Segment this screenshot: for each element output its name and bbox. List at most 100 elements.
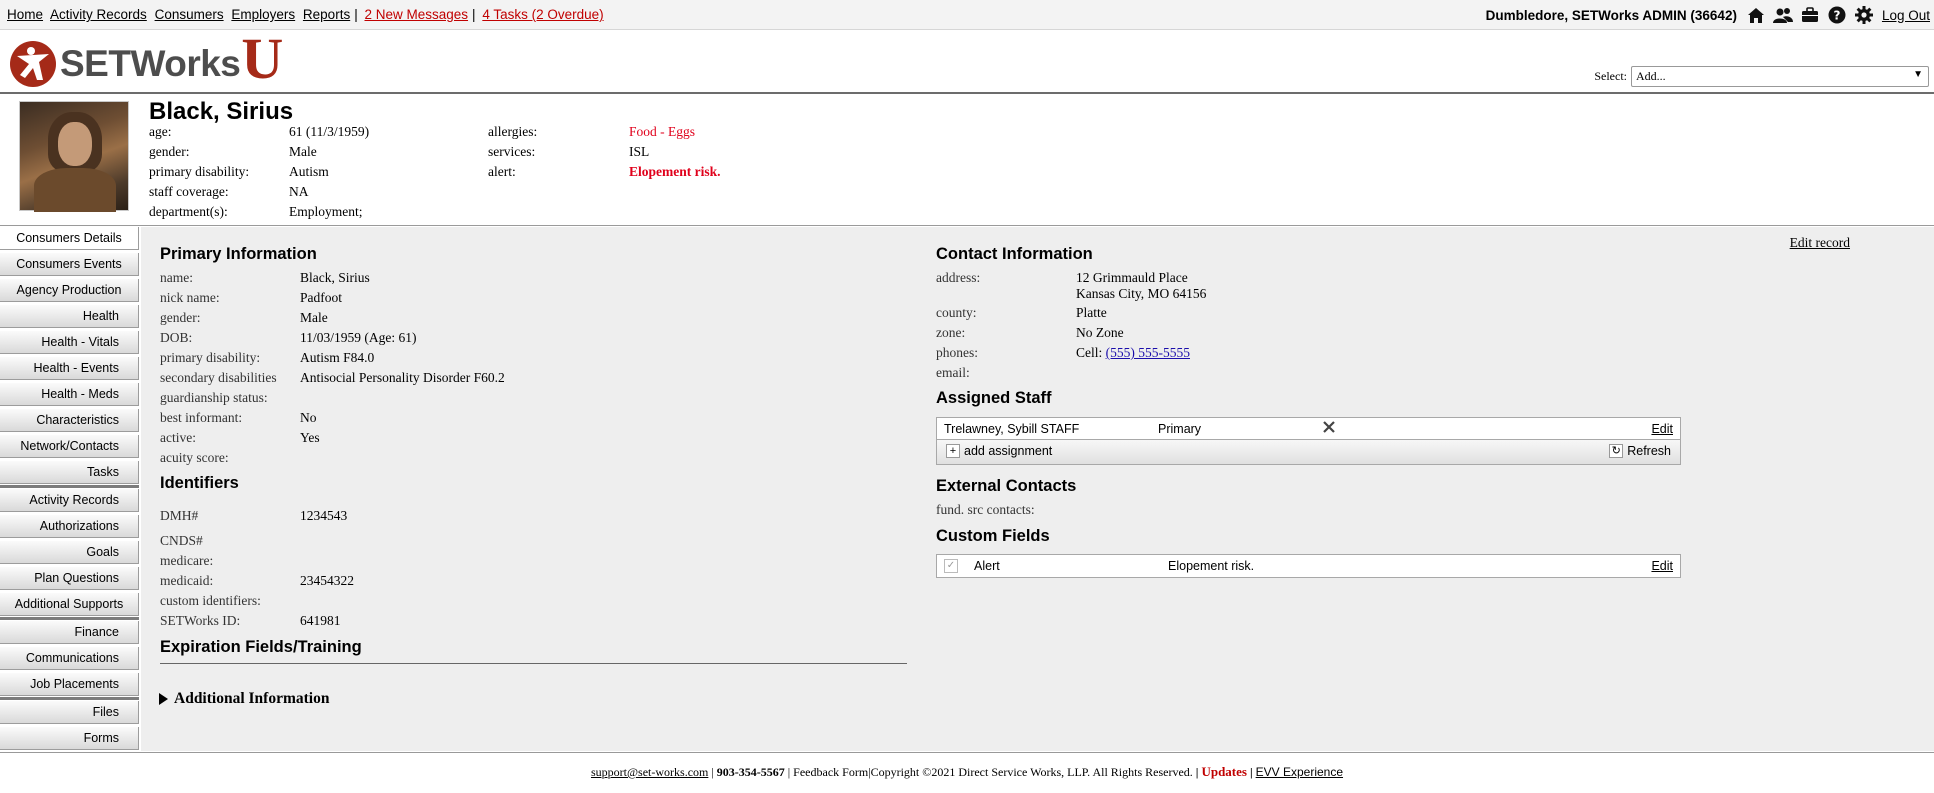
nav-home-link[interactable]: Home	[7, 7, 43, 22]
setworks-logo-icon	[10, 41, 56, 87]
top-navigation-bar: Home Activity Records Consumers Employer…	[0, 0, 1934, 30]
footer-content: support@set-works.com | 903-354-5567 | F…	[0, 764, 1934, 780]
refresh-label: Refresh	[1627, 444, 1671, 458]
sidebar-item-goals[interactable]: Goals	[0, 541, 139, 564]
add-select-dropdown[interactable]: Add... ▼	[1631, 66, 1929, 87]
assigned-staff-toolbar: + add assignment ↻ Refresh	[936, 440, 1681, 465]
field-value: Padfoot	[300, 290, 342, 305]
email-label: email:	[936, 365, 970, 380]
summary-value: 61 (11/3/1959)	[289, 124, 370, 139]
evv-experience-link[interactable]: EVV Experience	[1256, 765, 1343, 779]
summary-label: gender:	[149, 144, 190, 159]
sidebar-item-communications[interactable]: Communications	[0, 647, 139, 670]
field-label: county:	[936, 305, 977, 320]
edit-record-link[interactable]: Edit record	[1790, 235, 1850, 251]
sidebar-item-forms[interactable]: Forms	[0, 727, 139, 750]
phone-link[interactable]: (555) 555-5555	[1106, 345, 1190, 360]
field-value: 1234543	[300, 508, 348, 523]
photo-coat	[34, 168, 116, 212]
field-value: No	[300, 410, 317, 425]
sidebar-item-activity-records[interactable]: Activity Records	[0, 489, 139, 512]
sidebar-item-tasks[interactable]: Tasks	[0, 461, 139, 484]
briefcase-icon[interactable]	[1799, 5, 1821, 25]
sidebar-item-health-events[interactable]: Health - Events	[0, 357, 139, 380]
nav-messages-link[interactable]: 2 New Messages	[364, 7, 468, 22]
updates-link[interactable]: Updates	[1201, 764, 1247, 779]
custom-field-name: Alert	[974, 559, 1000, 573]
sidebar-item-plan-questions[interactable]: Plan Questions	[0, 567, 139, 590]
edit-custom-field-link[interactable]: Edit	[1651, 559, 1673, 573]
current-user-label: Dumbledore, SETWorks ADMIN (36642)	[1485, 7, 1737, 23]
field-label: custom identifiers:	[160, 593, 261, 608]
support-email-link[interactable]: support@set-works.com	[591, 765, 708, 779]
section-divider	[160, 663, 907, 664]
gear-icon[interactable]	[1853, 5, 1875, 25]
custom-field-checkbox[interactable]: ✓	[944, 558, 958, 573]
assigned-staff-row: Trelawney, Sybill STAFF Primary Edit	[936, 417, 1681, 440]
field-value: Yes	[300, 430, 320, 445]
field-label: active:	[160, 430, 196, 445]
sidebar-item-authorizations[interactable]: Authorizations	[0, 515, 139, 538]
address-line-2: Kansas City, MO 64156	[1076, 286, 1207, 301]
field-value: Black, Sirius	[300, 270, 370, 285]
home-icon[interactable]	[1745, 5, 1767, 25]
field-label: zone:	[936, 325, 966, 340]
users-icon[interactable]	[1772, 5, 1794, 25]
field-label: guardianship status:	[160, 390, 268, 405]
nav-activity-records-link[interactable]: Activity Records	[50, 7, 147, 22]
edit-assignment-link[interactable]: Edit	[1651, 422, 1673, 436]
add-assignment-button[interactable]: + add assignment	[946, 444, 1052, 458]
summary-label: age:	[149, 124, 172, 139]
help-icon[interactable]: ?	[1826, 5, 1848, 25]
contact-information-heading: Contact Information	[936, 245, 1093, 263]
field-value: Male	[300, 310, 328, 325]
staff-name: Trelawney, Sybill STAFF	[944, 422, 1080, 436]
remove-assignment-icon[interactable]	[1322, 420, 1336, 437]
logo-bar: SETWorks U Select: Add... ▼	[0, 26, 1934, 94]
sidebar-item-agency-production[interactable]: Agency Production	[0, 279, 139, 302]
sidebar-item-health[interactable]: Health	[0, 305, 139, 328]
sidebar-item-characteristics[interactable]: Characteristics	[0, 409, 139, 432]
field-label: DOB:	[160, 330, 193, 345]
select-label: Select:	[1594, 69, 1627, 83]
consumer-details-panel: Edit record Primary Information name: Bla…	[141, 227, 1934, 751]
sidebar-divider	[0, 617, 139, 620]
logo-u: U	[241, 26, 284, 91]
field-label: nick name:	[160, 290, 220, 305]
additional-information-toggle[interactable]: Additional Information	[158, 690, 329, 708]
sidebar-item-network-contacts[interactable]: Network/Contacts	[0, 435, 139, 458]
nav-reports-link[interactable]: Reports	[303, 7, 350, 22]
phones-label: phones:	[936, 345, 978, 360]
custom-field-value: Elopement risk.	[1168, 559, 1255, 573]
consumer-summary-right: allergies: Food - Eggs services: ISL alert…	[488, 122, 788, 182]
plus-icon: +	[946, 444, 960, 458]
nav-employers-link[interactable]: Employers	[231, 7, 295, 22]
refresh-button[interactable]: ↻ Refresh	[1609, 444, 1671, 458]
sidebar-item-files[interactable]: Files	[0, 701, 139, 724]
field-label: CNDS#	[160, 533, 203, 548]
add-assignment-label: add assignment	[964, 444, 1053, 458]
contact-information-fields: address: 12 Grimmauld Place Kansas City,…	[936, 268, 1636, 388]
feedback-form-link[interactable]: Feedback Form	[793, 765, 868, 779]
summary-label: department(s):	[149, 204, 228, 219]
services-value: ISL	[629, 144, 650, 159]
sidebar-item-health-vitals[interactable]: Health - Vitals	[0, 331, 139, 354]
field-value: Autism F84.0	[300, 350, 375, 365]
identifiers-fields: DMH# 1234543 CNDS# medicare: medicaid: 234…	[160, 506, 860, 636]
support-phone: 903-354-5567	[716, 765, 785, 779]
copyright-text: Copyright ©2021 Direct Service Works, LL…	[870, 765, 1193, 779]
summary-value: Employment;	[289, 204, 363, 219]
sidebar-item-additional-supports[interactable]: Additional Supports	[0, 593, 139, 616]
summary-value: NA	[289, 184, 309, 199]
logout-link[interactable]: Log Out	[1882, 8, 1930, 23]
nav-tasks-link[interactable]: 4 Tasks (2 Overdue)	[482, 7, 603, 22]
refresh-icon: ↻	[1609, 444, 1624, 458]
sidebar-item-health-meds[interactable]: Health - Meds	[0, 383, 139, 406]
setworks-logo[interactable]: SETWorks U	[9, 26, 284, 91]
sidebar-item-consumers-details[interactable]: Consumers Details	[0, 227, 139, 250]
sidebar-item-job-placements[interactable]: Job Placements	[0, 673, 139, 696]
sidebar-item-consumers-events[interactable]: Consumers Events	[0, 253, 139, 276]
sidebar-item-finance[interactable]: Finance	[0, 621, 139, 644]
field-value: 11/03/1959 (Age: 61)	[300, 330, 417, 345]
nav-consumers-link[interactable]: Consumers	[155, 7, 224, 22]
